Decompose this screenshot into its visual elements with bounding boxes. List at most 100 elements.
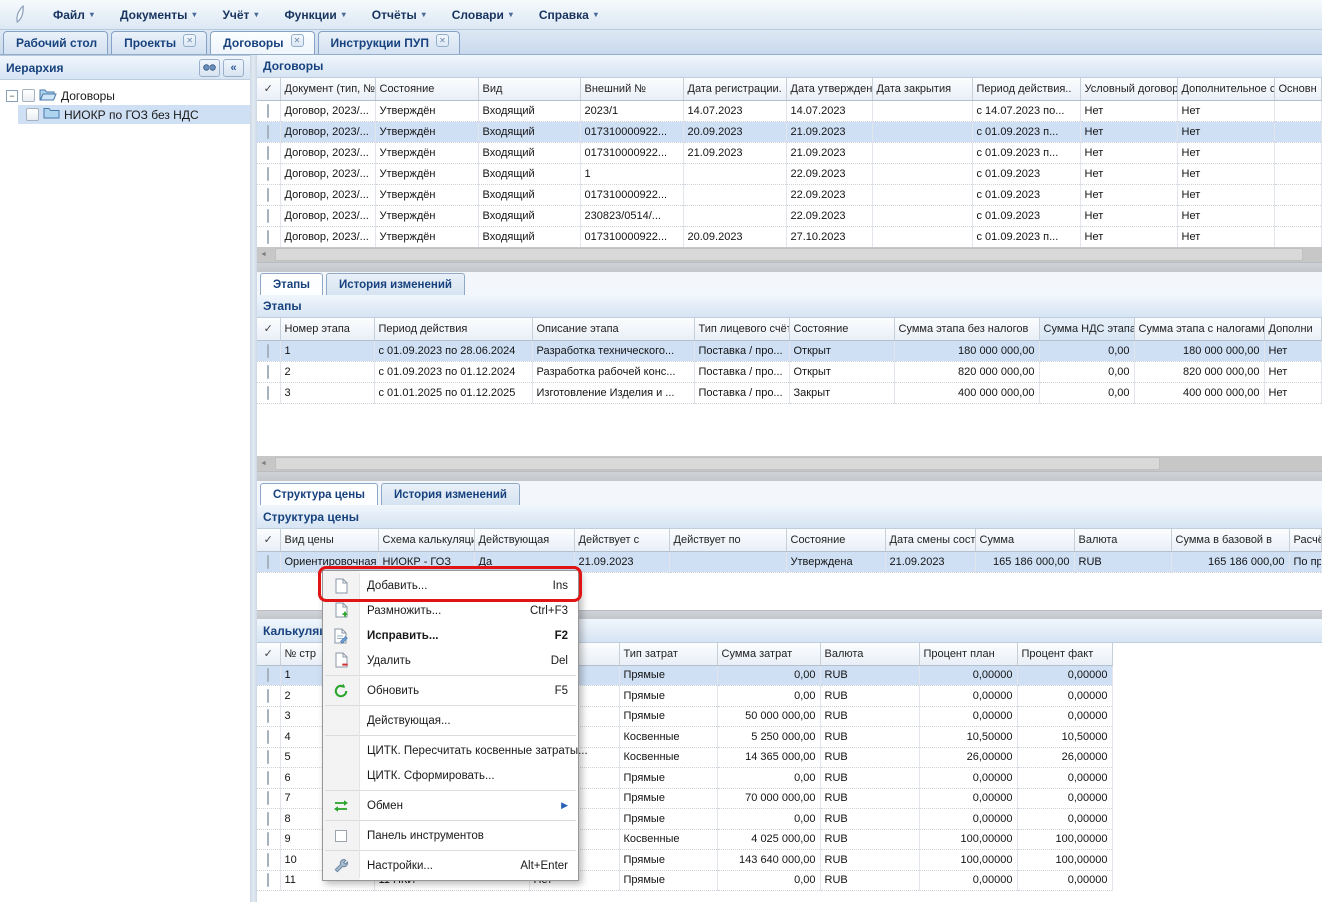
search-icon[interactable] [199,59,220,77]
row-checkbox[interactable] [267,104,269,118]
column-header[interactable]: Дополнительное с [1177,78,1274,100]
table-row[interactable]: Договор, 2023/...УтверждёнВходящий230823… [257,205,1321,226]
menu-item-настройки-[interactable]: Настройки...Alt+Enter [323,853,578,878]
menu-item-цитк-пересчитать-косвенные-затраты-[interactable]: ЦИТК. Пересчитать косвенные затраты... [323,738,578,763]
column-header[interactable]: Период действия.. [972,78,1080,100]
menubar-item[interactable]: Документы▾ [107,0,210,29]
column-header[interactable]: Внешний № [580,78,683,100]
tab-struktura-0[interactable]: Структура цены [260,483,378,505]
column-header[interactable]: Действует по [669,529,786,551]
row-checkbox[interactable] [267,188,269,202]
column-header[interactable]: Основн [1274,78,1321,100]
row-checkbox[interactable] [267,730,269,744]
column-header[interactable]: Период действия [374,318,532,340]
horizontal-splitter[interactable] [257,471,1322,481]
menu-item-цитк-сформировать-[interactable]: ЦИТК. Сформировать... [323,763,578,788]
tab-etapy-1[interactable]: История изменений [326,273,465,295]
tab-struktura-1[interactable]: История изменений [381,483,520,505]
tree-checkbox[interactable] [26,108,39,121]
table-row[interactable]: 1с 01.09.2023 по 28.06.2024Разработка те… [257,340,1321,361]
table-row[interactable]: Договор, 2023/...УтверждёнВходящий017310… [257,121,1321,142]
menu-item-добавить-[interactable]: Добавить...Ins [323,573,578,598]
column-header[interactable]: Сумма этапа без налогов [894,318,1039,340]
row-checkbox[interactable] [267,230,269,244]
column-header[interactable]: Сумма [975,529,1074,551]
table-row[interactable]: Договор, 2023/...УтверждёнВходящий122.09… [257,163,1321,184]
menu-item-размножить-[interactable]: Размножить...Ctrl+F3 [323,598,578,623]
menubar-item[interactable]: Функции▾ [271,0,358,29]
row-checkbox[interactable] [267,853,269,867]
column-header[interactable]: Дата закрытия [872,78,972,100]
column-header[interactable]: Дата утверждения [786,78,872,100]
collapse-panel-button[interactable]: « [223,59,244,77]
row-checkbox[interactable] [267,555,269,569]
row-checkbox[interactable] [267,873,269,887]
column-header[interactable]: Сумма НДС этапа [1039,318,1134,340]
row-checkbox[interactable] [267,832,269,846]
tree-node-niokr[interactable]: НИОКР по ГОЗ без НДС [18,105,250,124]
horizontal-scrollbar[interactable]: ◄ [257,247,1322,262]
tab-проекты[interactable]: Проекты✕ [111,31,207,54]
row-checkbox[interactable] [267,209,269,223]
table-row[interactable]: Договор, 2023/...УтверждёнВходящий2023/1… [257,100,1321,121]
row-checkbox[interactable] [267,167,269,181]
column-header[interactable]: Действует с [574,529,669,551]
row-checkbox[interactable] [267,812,269,826]
menu-item-панель-инструментов[interactable]: Панель инструментов [323,823,578,848]
column-header[interactable]: ✓ [257,78,280,100]
menubar-item[interactable]: Справка▾ [526,0,611,29]
column-header[interactable]: ✓ [257,529,280,551]
column-header[interactable]: ✓ [257,643,280,665]
table-row[interactable]: 3с 01.01.2025 по 01.12.2025Изготовление … [257,382,1321,403]
close-icon[interactable]: ✕ [291,34,304,47]
column-header[interactable]: Валюта [1074,529,1171,551]
tree-node-dogovory[interactable]: − Договоры [0,86,250,105]
table-row[interactable]: Договор, 2023/...УтверждёнВходящий017310… [257,184,1321,205]
column-header[interactable]: Валюта [820,643,919,665]
row-checkbox[interactable] [267,386,269,400]
column-header[interactable]: Процент план [919,643,1017,665]
menubar-item[interactable]: Учёт▾ [209,0,271,29]
close-icon[interactable]: ✕ [183,34,196,47]
row-checkbox[interactable] [267,689,269,703]
vertical-splitter[interactable] [250,55,257,902]
column-header[interactable]: Документ (тип, № [280,78,375,100]
row-checkbox[interactable] [267,771,269,785]
row-checkbox[interactable] [267,344,269,358]
menu-item-исправить-[interactable]: Исправить...F2 [323,623,578,648]
column-header[interactable]: Сумма этапа с налогами [1134,318,1264,340]
column-header[interactable]: Сумма в базовой в [1171,529,1289,551]
menu-item-действующая-[interactable]: Действующая... [323,708,578,733]
table-row[interactable]: ОриентировочнаяНИОКР - ГОЗДа21.09.2023Ут… [257,551,1321,572]
column-header[interactable]: Дата смены состоя [885,529,975,551]
column-header[interactable]: ✓ [257,318,280,340]
scrollbar-thumb[interactable] [275,457,1160,470]
column-header[interactable]: Процент факт [1017,643,1112,665]
column-header[interactable]: Вид цены [280,529,378,551]
row-checkbox[interactable] [267,750,269,764]
table-row[interactable]: 2с 01.09.2023 по 01.12.2024Разработка ра… [257,361,1321,382]
column-header[interactable]: Действующая [474,529,574,551]
column-header[interactable]: Условный договор [1080,78,1177,100]
horizontal-splitter[interactable] [257,262,1322,272]
column-header[interactable]: Состояние [789,318,894,340]
column-header[interactable]: Тип затрат [619,643,717,665]
scroll-left-icon[interactable]: ◄ [260,460,267,467]
row-checkbox[interactable] [267,668,269,682]
column-header[interactable]: Описание этапа [532,318,694,340]
menubar-item[interactable]: Файл▾ [40,0,107,29]
table-row[interactable]: Договор, 2023/...УтверждёнВходящий017310… [257,142,1321,163]
column-header[interactable]: Состояние [786,529,885,551]
close-icon[interactable]: ✕ [436,34,449,47]
row-checkbox[interactable] [267,365,269,379]
horizontal-scrollbar[interactable]: ◄ [257,456,1322,471]
row-checkbox[interactable] [267,125,269,139]
collapse-node-icon[interactable]: − [6,90,18,102]
tab-инструкции-пуп[interactable]: Инструкции ПУП✕ [318,31,460,54]
column-header[interactable]: Состояние [375,78,478,100]
column-header[interactable]: Сумма затрат [717,643,820,665]
row-checkbox[interactable] [267,791,269,805]
menubar-item[interactable]: Словари▾ [439,0,526,29]
column-header[interactable]: Вид [478,78,580,100]
tab-рабочий-стол[interactable]: Рабочий стол [3,31,108,54]
